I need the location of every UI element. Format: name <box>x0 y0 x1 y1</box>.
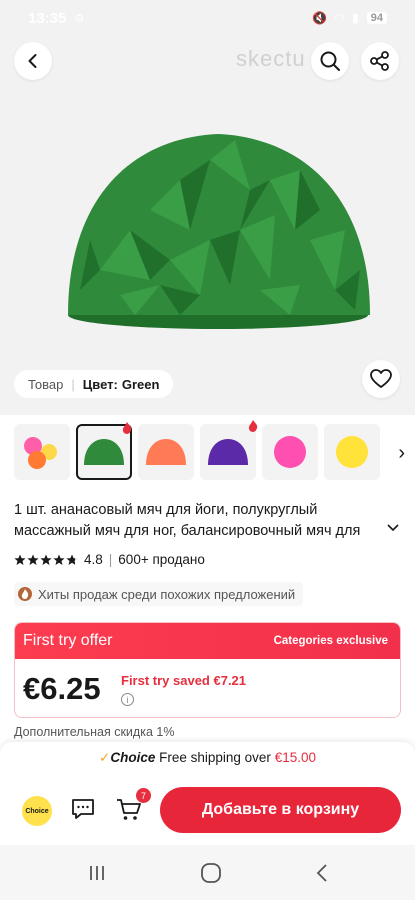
chat-icon[interactable] <box>70 797 96 821</box>
first-try-offer-card[interactable]: First try offer Categories exclusive €6.… <box>14 622 401 718</box>
hot-icon <box>248 420 258 432</box>
home-icon[interactable] <box>200 862 222 884</box>
shipping-amount: €15.00 <box>274 750 316 765</box>
sold-count: 600+ продано <box>118 552 205 567</box>
extra-discount: Дополнительная скидка 1% <box>14 725 175 739</box>
shipping-banner[interactable]: ✓Choice Free shipping over €15.00 <box>0 750 415 766</box>
add-to-cart-button[interactable]: Добавьте в корзину <box>160 787 401 833</box>
cart-count-badge: 7 <box>136 788 151 803</box>
share-button[interactable] <box>361 42 399 80</box>
color-value: Green <box>121 376 160 392</box>
divider: | <box>108 552 113 567</box>
share-icon <box>370 51 389 71</box>
star-icon <box>27 554 39 565</box>
rating-value: 4.8 <box>84 552 103 567</box>
chevron-left-icon <box>28 54 37 68</box>
status-time: 13:35 <box>28 9 67 27</box>
product-image-area[interactable]: 13:35 ⚙ 🔇 ◠ ▮ 94 skectu Товар | Цвет: Gr… <box>0 0 415 415</box>
back-nav-icon[interactable] <box>315 863 329 883</box>
product-title[interactable]: 1 шт. ананасовый мяч для йоги, полукругл… <box>14 500 386 542</box>
signal-icon: ▮ <box>352 11 359 25</box>
rating-row[interactable]: 4.8 | 600+ продано <box>14 552 205 567</box>
saved-amount: First try saved €7.21 <box>121 673 247 688</box>
bestseller-text: Хиты продаж среди похожих предложений <box>38 586 296 602</box>
offer-header: First try offer Categories exclusive <box>15 623 400 659</box>
bottom-action-bar: ✓Choice Free shipping over €15.00 Choice… <box>0 742 415 845</box>
rating-stars <box>14 554 78 566</box>
color-selector-pill[interactable]: Товар | Цвет: Green <box>14 370 174 398</box>
chevron-down-icon[interactable] <box>387 524 399 532</box>
offer-badge: Categories exclusive <box>273 635 388 647</box>
battery-indicator: 94 <box>366 12 387 24</box>
watermark-text: skectu <box>236 46 306 71</box>
search-button[interactable] <box>311 42 349 80</box>
choice-store-badge[interactable]: Choice <box>22 796 52 826</box>
search-icon <box>320 51 340 71</box>
chevron-right-icon[interactable]: › <box>398 442 405 465</box>
info-icon[interactable]: i <box>121 693 134 706</box>
thumbnail-strip <box>0 420 415 488</box>
offer-title: First try offer <box>23 632 113 649</box>
mute-icon: 🔇 <box>311 11 327 25</box>
thumbnail-yellow[interactable] <box>324 424 380 480</box>
flame-icon <box>18 587 32 601</box>
system-nav-bar <box>0 845 415 900</box>
thumbnail-purple[interactable] <box>200 420 258 480</box>
heart-icon <box>370 369 392 388</box>
favorite-button[interactable] <box>362 360 400 398</box>
gear-icon: ⚙ <box>74 12 85 25</box>
recents-icon[interactable] <box>87 864 107 882</box>
hot-icon <box>122 422 132 434</box>
star-icon <box>53 554 65 565</box>
wifi-icon: ◠ <box>334 11 345 25</box>
thumbnail-orange[interactable] <box>138 424 194 480</box>
bestseller-badge[interactable]: Хиты продаж среди похожих предложений <box>14 582 304 606</box>
color-prefix: Цвет: <box>82 376 118 392</box>
price: €6.25 <box>23 671 101 706</box>
thumbnail-mixed[interactable] <box>14 424 70 480</box>
product-label: Товар <box>28 376 64 392</box>
star-icon <box>14 554 26 565</box>
cart-icon[interactable] <box>116 798 142 822</box>
choice-label: Choice <box>110 750 156 765</box>
star-half-icon <box>66 554 78 565</box>
divider: | <box>71 376 75 392</box>
status-bar: 13:35 ⚙ 🔇 ◠ ▮ 94 <box>0 0 415 36</box>
check-icon: ✓ <box>99 750 111 765</box>
shipping-text: Free shipping over <box>159 750 271 765</box>
product-main-image <box>68 134 370 329</box>
star-icon <box>40 554 52 565</box>
back-button[interactable] <box>14 42 52 80</box>
thumbnail-green[interactable] <box>76 422 132 480</box>
thumbnail-pink[interactable] <box>262 424 318 480</box>
